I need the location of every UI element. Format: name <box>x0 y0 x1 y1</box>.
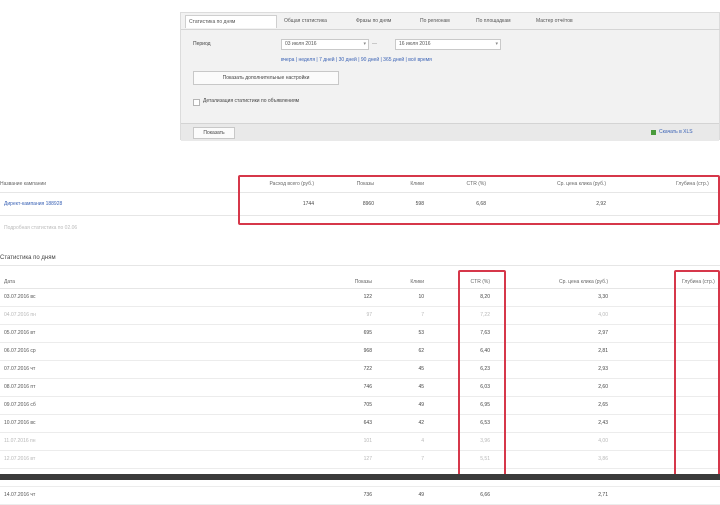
row-avg-price: 4,00 <box>598 438 608 444</box>
table-row: 09.07.2016 сб 705 49 6,95 2,65 <box>0 397 720 415</box>
date-from-field[interactable]: 03 июля 2016 ▾ <box>281 39 369 50</box>
table-row: 06.07.2016 ср 968 62 6,40 2,81 <box>0 343 720 361</box>
row-shows: 722 <box>363 366 372 372</box>
report-tabs: Статистика по дням Общая статистика Фраз… <box>181 13 720 30</box>
filter-panel: Статистика по дням Общая статистика Фраз… <box>180 12 720 141</box>
row-clicks: 7 <box>421 312 424 318</box>
row-shows: 746 <box>363 384 372 390</box>
row-shows: 643 <box>363 420 372 426</box>
row-clicks: 49 <box>418 492 424 498</box>
download-xls-link[interactable]: Скачать в XLS <box>659 129 693 136</box>
table-row: 08.07.2016 пт 746 45 6,03 2,60 <box>0 379 720 397</box>
row-clicks: 42 <box>418 420 424 426</box>
row-date: 06.07.2016 ср <box>4 348 36 354</box>
daily-title-divider <box>0 265 720 266</box>
ad-details-label: Детализация статистики по объявлениям <box>203 98 300 104</box>
row-date: 08.07.2016 пт <box>4 384 36 390</box>
show-button[interactable]: Показать <box>193 127 235 139</box>
table-row: 11.07.2016 пн 101 4 3,96 4,00 <box>0 433 720 451</box>
calendar-dropdown-icon[interactable]: ▾ <box>495 40 498 49</box>
row-shows: 705 <box>363 402 372 408</box>
row-clicks: 4 <box>421 438 424 444</box>
table-row: 05.07.2016 вт 695 53 7,63 2,97 <box>0 325 720 343</box>
table-row: 03.07.2016 вс 122 10 8,20 3,30 <box>0 289 720 307</box>
row-shows: 101 <box>363 438 372 444</box>
row-date: 11.07.2016 пн <box>4 438 36 444</box>
row-date: 05.07.2016 вт <box>4 330 36 336</box>
row-clicks: 62 <box>418 348 424 354</box>
date-to-field[interactable]: 16 июля 2016 ▾ <box>395 39 501 50</box>
date-to-value: 16 июля 2016 <box>399 41 431 47</box>
table-row: 10.07.2016 вс 643 42 6,53 2,43 <box>0 415 720 433</box>
row-avg-price: 3,86 <box>598 456 608 462</box>
row-avg-price: 2,93 <box>598 366 608 372</box>
row-clicks: 45 <box>418 384 424 390</box>
row-shows: 127 <box>363 456 372 462</box>
daily-header-avg-price: Ср. цена клика (руб.) <box>559 279 608 285</box>
summary-campaign-link[interactable]: Директ-кампания 188928 <box>4 201 62 208</box>
row-shows: 695 <box>363 330 372 336</box>
row-avg-price: 2,81 <box>598 348 608 354</box>
summary-highlight-box <box>238 175 720 225</box>
row-date: 07.07.2016 чт <box>4 366 36 372</box>
row-avg-price: 3,30 <box>598 294 608 300</box>
row-avg-price: 2,43 <box>598 420 608 426</box>
panel-actions-bar: Показать Скачать в XLS <box>181 123 719 141</box>
row-shows: 968 <box>363 348 372 354</box>
row-shows: 97 <box>366 312 372 318</box>
bottom-scrollbar[interactable] <box>0 474 720 480</box>
row-date: 09.07.2016 сб <box>4 402 36 408</box>
calendar-dropdown-icon[interactable]: ▾ <box>363 40 366 49</box>
date-separator: — <box>372 41 377 47</box>
daily-header-clicks: Клики <box>410 279 424 285</box>
tab-regions[interactable]: По регионам <box>417 15 469 28</box>
row-avg-price: 2,97 <box>598 330 608 336</box>
table-row: 07.07.2016 чт 722 45 6,23 2,93 <box>0 361 720 379</box>
row-clicks: 45 <box>418 366 424 372</box>
row-shows: 736 <box>363 492 372 498</box>
ctr-column-highlight <box>458 270 506 478</box>
daily-header-shows: Показы <box>354 279 372 285</box>
period-label: Период <box>193 41 211 47</box>
table-row: 04.07.2016 пн 97 7 7,22 4,00 <box>0 307 720 325</box>
tab-report-wizard[interactable]: Мастер отчётов <box>533 15 599 28</box>
row-date: 10.07.2016 вс <box>4 420 36 426</box>
row-clicks: 49 <box>418 402 424 408</box>
row-date: 12.07.2016 вт <box>4 456 36 462</box>
table-row: 14.07.2016 чт 736 49 6,66 2,71 <box>0 487 720 505</box>
row-shows: 122 <box>363 294 372 300</box>
row-avg-price: 2,65 <box>598 402 608 408</box>
row-avg-price: 4,00 <box>598 312 608 318</box>
summary-header-campaign: Название кампании <box>0 181 47 187</box>
row-ctr: 6,66 <box>480 492 490 498</box>
row-date: 04.07.2016 пн <box>4 312 36 318</box>
excel-icon <box>651 130 656 135</box>
row-clicks: 7 <box>421 456 424 462</box>
tab-phrases-by-day[interactable]: Фразы по дням <box>353 15 413 28</box>
extra-settings-button[interactable]: Показать дополнительные настройки <box>193 71 339 85</box>
quick-period-links[interactable]: вчера | неделя | 7 дней | 30 дней | 90 д… <box>281 57 432 64</box>
row-clicks: 53 <box>418 330 424 336</box>
daily-header-date: Дата <box>4 279 16 285</box>
tab-daily-stats[interactable]: Статистика по дням <box>185 15 277 28</box>
row-date: 03.07.2016 вс <box>4 294 36 300</box>
tab-platforms[interactable]: По площадкам <box>473 15 529 28</box>
row-date: 14.07.2016 чт <box>4 492 36 498</box>
tab-general-stats[interactable]: Общая статистика <box>281 15 349 28</box>
row-avg-price: 2,60 <box>598 384 608 390</box>
row-clicks: 10 <box>418 294 424 300</box>
ad-details-checkbox[interactable] <box>193 99 200 106</box>
table-row: 12.07.2016 вт 127 7 5,51 3,86 <box>0 451 720 469</box>
row-avg-price: 2,71 <box>598 492 608 498</box>
depth-column-highlight <box>674 270 720 478</box>
daily-title: Статистика по дням <box>0 255 56 261</box>
summary-note: Подробная статистика по 02.06 <box>4 225 78 231</box>
date-from-value: 03 июля 2016 <box>285 41 317 47</box>
